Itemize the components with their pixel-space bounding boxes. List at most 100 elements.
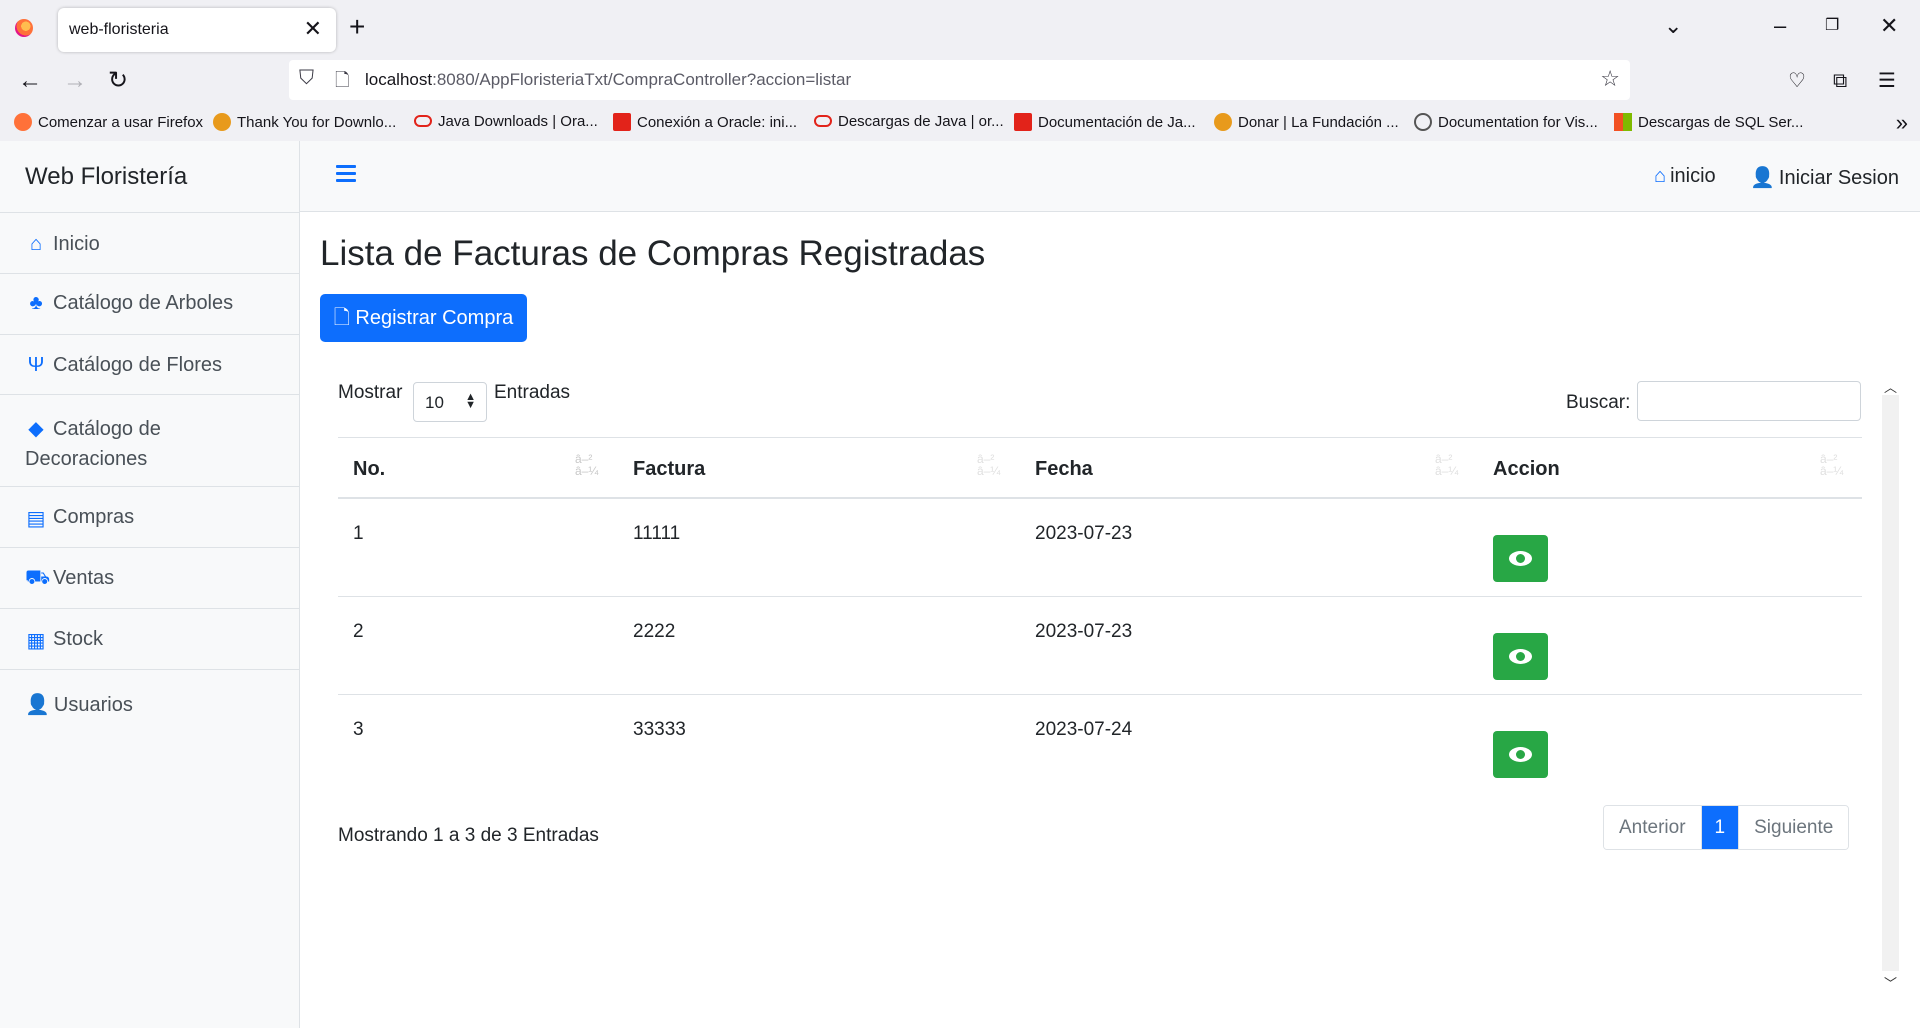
truck-icon: ⛟ [25,567,51,589]
table-row: 2 2222 2023-07-23 [338,597,1862,695]
pagination-page-1[interactable]: 1 [1701,806,1740,849]
login-link[interactable]: 👤 Iniciar Sesion [1750,165,1899,190]
tab-bar: web-floristeria ✕ + ⌄ – ❐ ✕ [0,0,1920,55]
cell-no: 2 [353,621,364,642]
reload-icon[interactable]: ↻ [108,66,128,96]
window-close-icon[interactable]: ✕ [1880,13,1898,39]
bookmark-item[interactable]: Conexión a Oracle: ini... [613,113,797,131]
seedling-icon: Ψ [27,354,45,376]
view-button[interactable] [1493,731,1548,778]
scroll-track[interactable] [1882,395,1899,971]
user-icon: 👤 [1750,167,1775,189]
bookmark-item[interactable]: Documentación de Ja... [1014,113,1196,131]
sidebar-item-arboles[interactable]: ♣ Catálogo de Arboles [0,274,299,335]
bookmark-item[interactable]: Descargas de SQL Ser... [1614,113,1803,131]
bookmark-star-icon[interactable]: ☆ [1600,66,1620,92]
view-button[interactable] [1493,633,1548,680]
sidebar-item-decoraciones[interactable]: ◆ Catálogo de Decoraciones [0,395,299,487]
bookmarks-bar: Comenzar a usar Firefox Thank You for Do… [0,107,1920,141]
bookmark-favicon-icon [14,113,32,131]
column-header-factura[interactable]: Factura [633,458,705,481]
eye-icon [1509,649,1532,664]
cell-factura: 33333 [633,719,686,740]
eye-icon [1509,747,1532,762]
new-tab-icon[interactable]: + [349,10,365,44]
eye-icon [1509,551,1532,566]
scroll-up-icon[interactable]: ︿ [1884,377,1897,396]
sidebar-item-stock[interactable]: ▦ Stock [0,609,299,670]
store-icon: ▤ [26,508,46,530]
extensions-icon[interactable]: ⧉ [1833,66,1847,96]
bookmark-favicon-icon [1214,113,1232,131]
cell-fecha: 2023-07-24 [1035,719,1133,740]
tree-icon: ♣ [29,292,43,314]
search-input[interactable] [1637,381,1861,421]
list-tabs-icon[interactable]: ⌄ [1664,13,1682,39]
sort-icon[interactable]: â–² â–¼ [575,453,598,477]
main-content: Lista de Facturas de Compras Registradas… [300,212,1920,1028]
scrollbar[interactable]: ︿ ﹀ [1882,377,1899,991]
sidebar-item-usuarios[interactable]: 👤 Usuarios [0,670,299,717]
close-tab-icon[interactable]: ✕ [304,17,322,41]
menu-icon[interactable]: ☰ [1878,66,1896,96]
bookmark-item[interactable]: Documentation for Vis... [1414,113,1598,131]
back-icon[interactable]: ← [18,66,42,96]
table-row: 1 11111 2023-07-23 [338,499,1862,597]
sidebar-item-inicio[interactable]: ⌂ Inicio [0,213,299,274]
bookmark-item[interactable]: Donar | La Fundación ... [1214,113,1399,131]
sort-icon[interactable]: â–² â–¼ [977,453,1000,477]
scroll-down-icon[interactable]: ﹀ [1884,973,1897,992]
pagination-next[interactable]: Siguiente [1739,806,1849,849]
cell-fecha: 2023-07-23 [1035,523,1133,544]
pocket-icon[interactable]: ♡ [1788,66,1806,96]
url-bar[interactable]: ⛉ 🗋 localhost:8080/AppFloristeriaTxt/Com… [289,60,1630,100]
page-size-select[interactable]: 10 ▲ ▼ [413,382,487,422]
cell-fecha: 2023-07-23 [1035,621,1133,642]
table-row: 3 33333 2023-07-24 [338,695,1862,793]
sidebar-item-ventas[interactable]: ⛟ Ventas [0,548,299,609]
browser-chrome: web-floristeria ✕ + ⌄ – ❐ ✕ ← → ↻ ⛉ 🗋 lo… [0,0,1920,141]
forward-icon[interactable]: → [63,66,87,96]
microsoft-logo-icon [1614,113,1632,131]
shield-icon[interactable]: ⛉ [299,67,314,90]
tab-title: web-floristeria [69,21,169,38]
show-label: Mostrar [338,382,403,403]
page-info-icon[interactable]: 🗋 [335,68,349,98]
minimize-icon[interactable]: – [1774,13,1786,39]
restore-icon[interactable]: ❐ [1825,13,1839,39]
brand[interactable]: Web Floristería [0,141,299,213]
column-header-fecha[interactable]: Fecha [1035,458,1093,481]
table-header: No. â–² â–¼ Factura â–² â–¼ Fecha â–² â–¼ A… [338,437,1862,499]
bookmark-item[interactable]: Thank You for Downlo... [213,113,396,131]
bookmark-favicon-icon [213,113,231,131]
cell-factura: 11111 [633,523,681,544]
bookmark-favicon-icon [414,115,432,127]
file-icon: 🗋 [333,307,350,329]
sidebar-item-flores[interactable]: Ψ Catálogo de Flores [0,335,299,395]
user-icon: 👤 [25,694,50,716]
pagination: Anterior 1 Siguiente [1603,805,1850,850]
sort-icon[interactable]: â–² â–¼ [1435,453,1458,477]
browser-tab[interactable]: web-floristeria ✕ [58,8,336,52]
bookmark-favicon-icon [1014,113,1032,131]
page-title: Lista de Facturas de Compras Registradas [320,234,986,273]
register-purchase-button[interactable]: 🗋 Registrar Compra [320,294,527,342]
column-header-accion[interactable]: Accion [1493,458,1560,481]
cell-no: 1 [353,523,364,544]
top-bar: ⌂ inicio 👤 Iniciar Sesion [300,141,1920,212]
pagination-previous[interactable]: Anterior [1604,806,1702,849]
more-bookmarks-icon[interactable]: » [1896,110,1908,136]
sort-icon[interactable]: â–² â–¼ [1820,453,1843,477]
bookmark-item[interactable]: Comenzar a usar Firefox [14,113,203,131]
column-header-no[interactable]: No. [353,458,385,481]
url-text[interactable]: localhost:8080/AppFloristeriaTxt/CompraC… [365,70,851,90]
view-button[interactable] [1493,535,1548,582]
hamburger-menu-icon[interactable] [336,165,356,186]
top-link-inicio[interactable]: ⌂ inicio [1654,165,1716,188]
bookmark-item[interactable]: Java Downloads | Ora... [414,113,598,130]
table-info: Mostrando 1 a 3 de 3 Entradas [338,825,599,846]
sidebar: Web Floristería ⌂ Inicio ♣ Catálogo de Arb… [0,141,300,1028]
firefox-logo-icon [15,19,33,37]
bookmark-item[interactable]: Descargas de Java | or... [814,113,1004,130]
sidebar-item-compras[interactable]: ▤ Compras [0,487,299,548]
